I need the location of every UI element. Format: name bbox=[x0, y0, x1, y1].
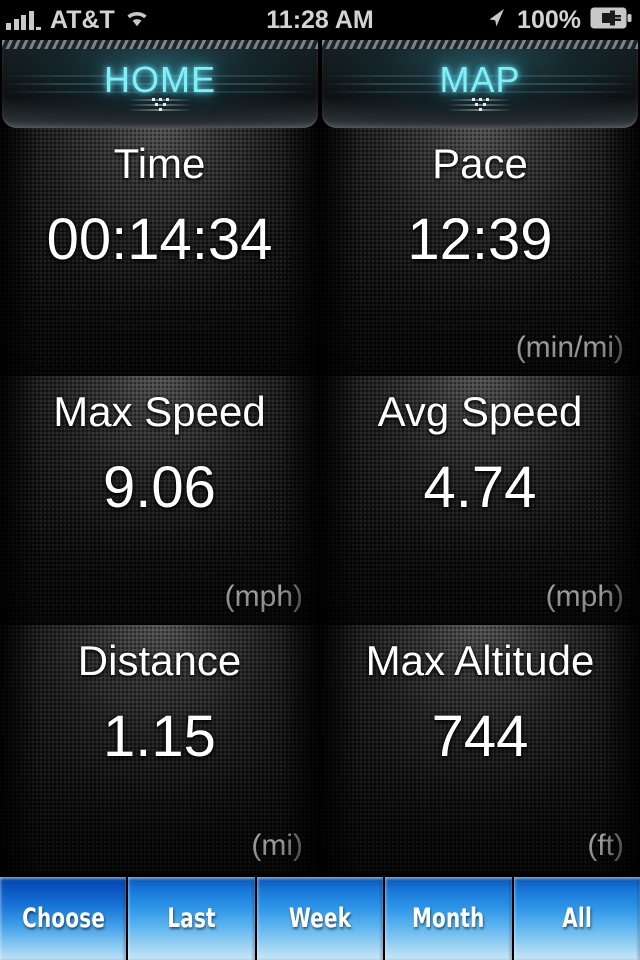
status-bar: AT&T 11:28 AM 100% bbox=[0, 0, 640, 40]
stat-cell-max-speed[interactable]: Max Speed 9.06 (mph) bbox=[0, 376, 320, 625]
status-bar-right: 100% bbox=[484, 6, 632, 35]
stat-value: 9.06 bbox=[103, 455, 216, 521]
location-arrow-icon bbox=[484, 6, 508, 35]
stat-cell-max-altitude[interactable]: Max Altitude 744 (ft) bbox=[320, 624, 640, 873]
button-all[interactable]: All bbox=[513, 877, 640, 960]
button-label: Last bbox=[167, 903, 216, 934]
button-week[interactable]: Week bbox=[256, 877, 384, 960]
stat-title: Distance bbox=[77, 636, 242, 684]
tab-map-label: MAP bbox=[439, 59, 521, 100]
stat-title: Max Altitude bbox=[365, 636, 595, 684]
tab-dot-decoration bbox=[448, 96, 512, 114]
button-choose[interactable]: Choose bbox=[0, 877, 127, 960]
tab-hatch-decoration bbox=[322, 40, 638, 49]
battery-charging-icon bbox=[590, 7, 632, 34]
tab-dot-decoration bbox=[128, 96, 192, 114]
stat-cell-avg-speed[interactable]: Avg Speed 4.74 (mph) bbox=[320, 376, 640, 625]
button-label: Month bbox=[412, 903, 485, 934]
button-month[interactable]: Month bbox=[385, 877, 512, 960]
stat-title: Avg Speed bbox=[377, 388, 583, 436]
tab-bar: HOME MAP bbox=[0, 40, 640, 128]
stats-grid: Time 00:14:34 Pace 12:39 (min/mi) Max Sp… bbox=[0, 128, 640, 873]
tab-map[interactable]: MAP bbox=[322, 40, 638, 128]
tab-home-label: HOME bbox=[104, 59, 216, 100]
stat-title: Pace bbox=[432, 140, 528, 187]
stat-value: 12:39 bbox=[407, 207, 553, 273]
stat-cell-distance[interactable]: Distance 1.15 (mi) bbox=[0, 624, 320, 873]
button-label: All bbox=[561, 903, 592, 934]
battery-percent-label: 100% bbox=[517, 5, 581, 34]
stat-cell-pace[interactable]: Pace 12:39 (min/mi) bbox=[320, 128, 640, 377]
stat-value: 4.74 bbox=[423, 455, 537, 521]
button-label: Week bbox=[288, 903, 352, 934]
stat-cell-time[interactable]: Time 00:14:34 bbox=[0, 128, 320, 377]
tab-home[interactable]: HOME bbox=[2, 40, 318, 128]
stat-title: Max Speed bbox=[53, 388, 266, 436]
button-last[interactable]: Last bbox=[128, 877, 255, 960]
stat-value: 744 bbox=[431, 703, 529, 769]
app-screen: AT&T 11:28 AM 100% HOME MAP Time 00:14:3… bbox=[0, 0, 640, 960]
stat-value: 00:14:34 bbox=[46, 207, 273, 273]
stat-value: 1.15 bbox=[103, 703, 216, 769]
tab-hatch-decoration bbox=[2, 40, 318, 49]
stat-title: Time bbox=[113, 140, 206, 187]
button-label: Choose bbox=[21, 903, 105, 934]
filter-button-bar: Choose Last Week Month All bbox=[0, 873, 640, 960]
